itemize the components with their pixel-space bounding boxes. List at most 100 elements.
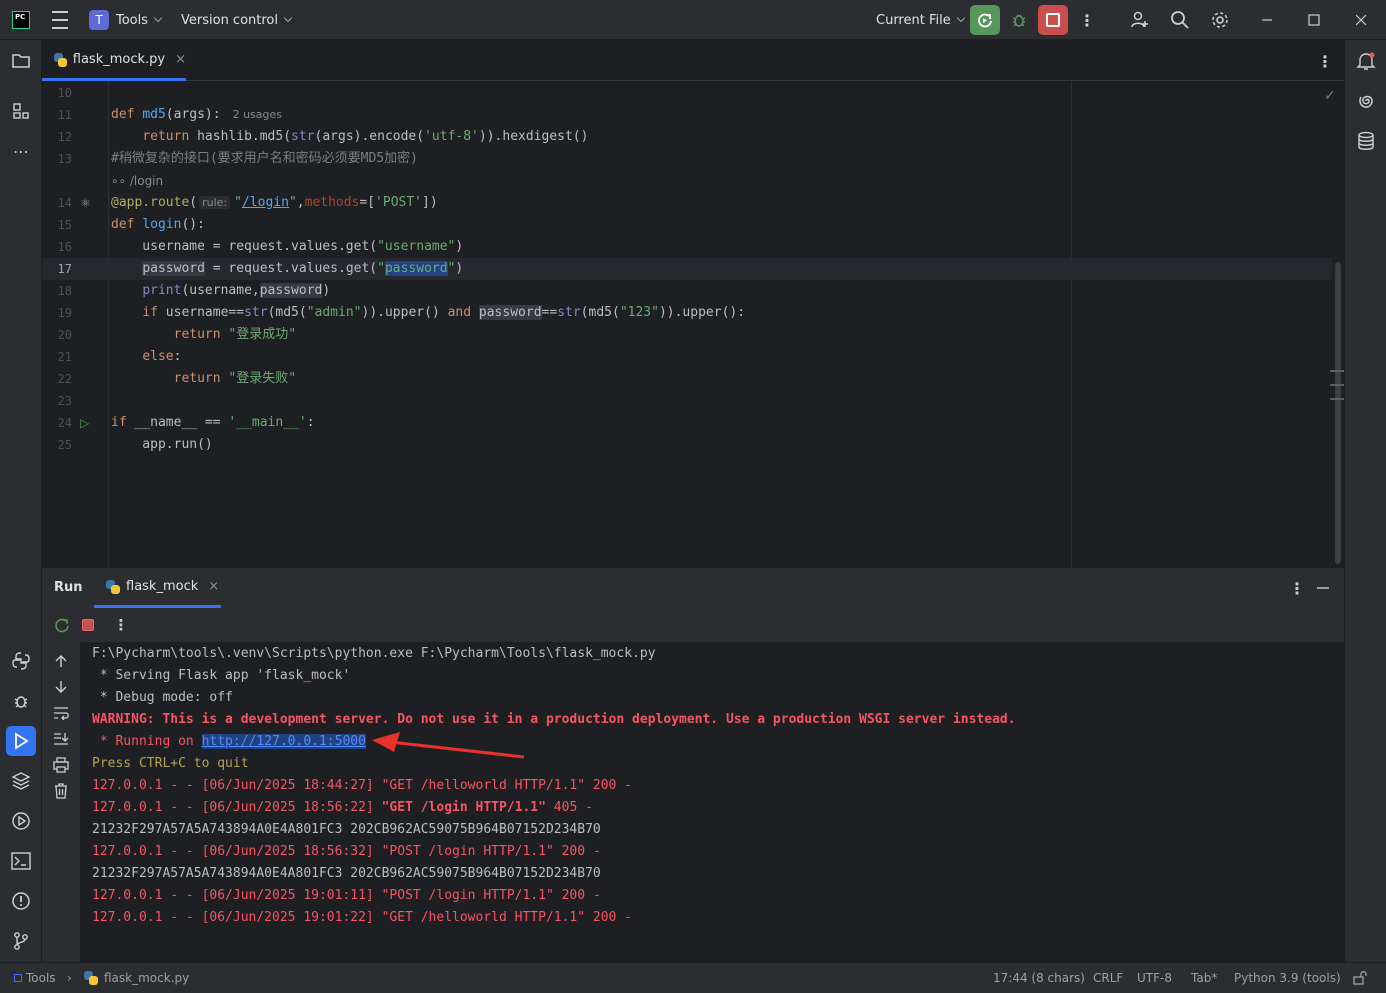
run-tab-label: flask_mock: [126, 579, 199, 594]
line-separator[interactable]: CRLF: [1093, 963, 1123, 993]
notifications-button[interactable]: [1356, 51, 1376, 71]
code-line: 20 return "登录成功": [57, 327, 297, 342]
code-line: 24 ▷ if __name__ == '__main__':: [42, 412, 1332, 434]
more-tools-button[interactable]: ⋯: [11, 141, 31, 161]
scroll-up-button[interactable]: [51, 651, 71, 671]
main-menu-button[interactable]: [50, 0, 70, 40]
code-line: 25 app.run(): [57, 437, 213, 452]
code-line: 13 #稍微复杂的接口(要求用户名和密码必须要MD5加密): [42, 148, 1332, 170]
hide-panel-button[interactable]: [1313, 578, 1333, 598]
problems-tool-button[interactable]: [11, 891, 31, 911]
run-panel-header: Run flask_mock × ⋮: [42, 567, 1344, 608]
route-hint-line: ∘∘ /login: [42, 170, 1332, 192]
problems-icon: [12, 892, 30, 910]
scroll-down-button[interactable]: [51, 677, 71, 697]
python-console-icon: [12, 652, 30, 670]
bug-icon: [1012, 14, 1026, 27]
code-editor[interactable]: ✓ 10 11 def md5(args): 2 usages 12 return …: [42, 82, 1344, 567]
search-button[interactable]: [1170, 10, 1190, 30]
git-tool-button[interactable]: [11, 931, 31, 951]
services-icon: [12, 812, 30, 830]
server-url-link[interactable]: http://127.0.0.1:5000: [201, 734, 366, 749]
console-log-line: 127.0.0.1 - - [06/Jun/2025 18:56:32] "PO…: [92, 844, 601, 859]
clear-console-button[interactable]: [51, 781, 71, 801]
code-line: 18 print(username,password): [57, 283, 331, 298]
close-window-button[interactable]: [1351, 10, 1371, 30]
run-config-selector[interactable]: Current File: [876, 0, 965, 40]
terminal-tool-button[interactable]: [11, 851, 31, 871]
caret-position[interactable]: 17:44 (8 chars): [993, 963, 1085, 993]
project-tool-button[interactable]: [11, 51, 31, 71]
scroll-to-end-button[interactable]: [51, 729, 71, 749]
console-log-line: 127.0.0.1 - - [06/Jun/2025 19:01:11] "PO…: [92, 888, 601, 903]
python-file-icon: [84, 971, 98, 985]
run-config-label: Current File: [876, 12, 951, 28]
debug-tool-button[interactable]: [11, 691, 31, 711]
chevron-down-icon: [153, 13, 163, 23]
console-line: Press CTRL+C to quit: [92, 756, 249, 771]
console-warning-line: WARNING: This is a development server. D…: [92, 712, 1016, 727]
editor-scrollbar[interactable]: [1335, 262, 1341, 564]
run-more-button[interactable]: ⋮: [111, 615, 131, 635]
close-tab-icon[interactable]: ×: [175, 52, 186, 67]
close-tab-icon[interactable]: ×: [208, 579, 219, 594]
code-line: 19 if username==str(md5("admin")).upper(…: [57, 305, 746, 320]
rerun-icon: [978, 13, 992, 28]
soft-wrap-button[interactable]: [51, 703, 71, 723]
print-button[interactable]: [51, 755, 71, 775]
console-scrollbar[interactable]: [1334, 642, 1344, 962]
minimize-icon: [1262, 19, 1272, 21]
add-user-icon: [1131, 11, 1148, 28]
minimize-icon: [1317, 587, 1329, 589]
close-icon: [1355, 14, 1367, 26]
breadcrumb-file[interactable]: flask_mock.py: [84, 963, 189, 993]
stop-button[interactable]: [1038, 5, 1068, 35]
title-bar: PC T Tools Version control Current File …: [0, 0, 1386, 40]
route-hint[interactable]: ∘∘ /login: [111, 170, 163, 192]
debug-button[interactable]: [1009, 10, 1029, 30]
python-file-icon: [106, 579, 120, 594]
editor-tabs: flask_mock.py × ⋮: [42, 41, 1344, 81]
chevron-down-icon: [283, 13, 293, 23]
read-only-toggle[interactable]: [1353, 971, 1367, 985]
project-widget[interactable]: T Tools: [89, 0, 163, 40]
structure-tool-button[interactable]: [11, 101, 31, 121]
services-tool-button[interactable]: [11, 811, 31, 831]
tab-flask-mock[interactable]: flask_mock.py ×: [42, 41, 186, 81]
endpoint-gutter-icon[interactable]: ⚛: [80, 192, 91, 214]
terminal-icon: [11, 852, 31, 870]
run-console[interactable]: F:\Pycharm\tools\.venv\Scripts\python.ex…: [80, 642, 1334, 962]
arrow-down-icon: [55, 681, 67, 693]
status-bar: Tools › flask_mock.py 17:44 (8 chars) CR…: [0, 962, 1386, 993]
ai-assistant-button[interactable]: [1356, 91, 1376, 111]
code-line: 15 def login():: [57, 217, 205, 232]
run-gutter-icon[interactable]: ▷: [80, 412, 89, 434]
python-console-button[interactable]: [11, 651, 31, 671]
run-panel-options-button[interactable]: ⋮: [1287, 578, 1307, 598]
editor-tabs-menu-button[interactable]: ⋮: [1315, 51, 1335, 71]
bug-icon: [14, 696, 28, 708]
settings-button[interactable]: [1210, 10, 1230, 30]
maximize-button[interactable]: [1304, 10, 1324, 30]
run-panel-title: Run: [54, 580, 83, 595]
usages-hint[interactable]: 2 usages: [233, 108, 282, 121]
rerun-button[interactable]: [52, 615, 72, 635]
database-button[interactable]: [1356, 131, 1376, 151]
vcs-widget[interactable]: Version control: [181, 0, 293, 40]
breadcrumb-project[interactable]: Tools: [14, 963, 56, 993]
stop-process-button[interactable]: [78, 615, 98, 635]
rerun-button[interactable]: [970, 5, 1000, 35]
right-tool-window-bar: [1344, 40, 1386, 962]
indent-setting[interactable]: Tab*: [1191, 963, 1217, 993]
red-annotation-arrow: [372, 732, 525, 759]
run-tool-button[interactable]: [6, 726, 36, 756]
layers-tool-button[interactable]: [11, 771, 31, 791]
minimize-button[interactable]: [1257, 10, 1277, 30]
python-interpreter[interactable]: Python 3.9 (tools): [1234, 963, 1341, 993]
code-with-me-button[interactable]: [1130, 10, 1150, 30]
code-line: 11 def md5(args): 2 usages: [57, 107, 283, 122]
search-icon: [1171, 11, 1189, 29]
more-actions-button[interactable]: ⋮: [1077, 10, 1097, 30]
file-encoding[interactable]: UTF-8: [1137, 963, 1172, 993]
run-tab-flask-mock[interactable]: flask_mock ×: [94, 568, 221, 608]
